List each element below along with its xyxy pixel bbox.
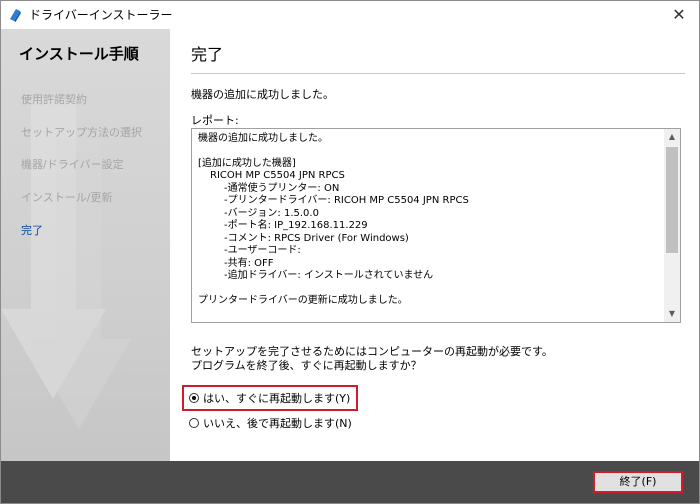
- steps-sidebar: インストール手順 使用許諾契約 セットアップ方法の選択 機器/ドライバー設定 イ…: [1, 29, 170, 461]
- driver-installer-icon: [10, 9, 21, 22]
- restart-later-radio[interactable]: いいえ、後で再起動します(N): [189, 415, 352, 431]
- finish-button[interactable]: 終了(F): [593, 471, 683, 493]
- footer-bar: 終了(F): [1, 461, 699, 503]
- main-panel: 完了 機器の追加に成功しました。 レポート: 機器の追加に成功しました。 [追加…: [170, 29, 699, 461]
- restart-note: セットアップを完了させるためにはコンピューターの再起動が必要です。 プログラムを…: [191, 345, 553, 373]
- report-detail-default-printer: -通常使うプリンター: ON: [224, 182, 340, 194]
- page-title: 完了: [191, 45, 224, 64]
- radio-unchecked-icon[interactable]: [189, 418, 199, 428]
- sidebar-item-license: 使用許諾契約: [21, 93, 87, 106]
- sidebar-item-install-update: インストール/更新: [21, 191, 113, 204]
- sidebar-item-device-driver: 機器/ドライバー設定: [21, 158, 124, 171]
- installer-window: ドライバーインストーラー ✕ インストール手順 使用許諾契約 セットアップ方法の…: [0, 0, 700, 504]
- arrow-watermark-icon: [1, 99, 131, 429]
- close-button[interactable]: ✕: [667, 3, 691, 27]
- title-bar: ドライバーインストーラー ✕: [1, 1, 699, 29]
- close-icon: ✕: [672, 5, 686, 24]
- window-title: ドライバーインストーラー: [29, 8, 173, 22]
- report-line: 機器の追加に成功しました。: [198, 133, 328, 144]
- success-message: 機器の追加に成功しました。: [191, 88, 334, 101]
- report-label: レポート:: [191, 114, 239, 127]
- report-detail-additional-driver: -追加ドライバー: インストールされていません: [224, 270, 434, 281]
- scroll-thumb[interactable]: [666, 147, 678, 253]
- report-content: 機器の追加に成功しました。 [追加に成功した機器] RICOH MP C5504…: [198, 133, 658, 307]
- sidebar-title: インストール手順: [19, 45, 139, 63]
- scroll-down-icon[interactable]: ▼: [664, 306, 680, 322]
- report-detail-comment: -コメント: RPCS Driver (For Windows): [224, 232, 409, 244]
- title-divider: [191, 73, 685, 74]
- report-detail-share: -共有: OFF: [224, 257, 274, 269]
- report-detail-port: -ポート名: IP_192.168.11.229: [224, 220, 368, 231]
- scroll-up-icon[interactable]: ▲: [664, 129, 680, 145]
- report-scrollbar[interactable]: ▲ ▼: [664, 129, 680, 322]
- sidebar-item-setup-method: セットアップ方法の選択: [21, 126, 142, 139]
- report-textarea[interactable]: 機器の追加に成功しました。 [追加に成功した機器] RICOH MP C5504…: [191, 128, 681, 323]
- restart-now-radio[interactable]: はい、すぐに再起動します(Y): [182, 385, 359, 411]
- restart-now-label: はい、すぐに再起動します(Y): [203, 392, 351, 405]
- report-final-line: プリンタードライバーの更新に成功しました。: [198, 294, 408, 306]
- restart-note-line-2: プログラムを終了後、すぐに再起動しますか？: [191, 359, 422, 372]
- restart-note-line-1: セットアップを完了させるためにはコンピューターの再起動が必要です。: [191, 345, 553, 358]
- report-detail-user-code: -ユーザーコード:: [224, 245, 301, 256]
- sidebar-item-complete: 完了: [21, 224, 43, 237]
- report-section-header: [追加に成功した機器]: [198, 157, 296, 169]
- restart-later-label: いいえ、後で再起動します(N): [203, 417, 352, 430]
- report-detail-version: -バージョン: 1.5.0.0: [224, 207, 319, 219]
- report-device-name: RICOH MP C5504 JPN RPCS: [210, 170, 345, 181]
- radio-checked-icon[interactable]: [189, 393, 199, 403]
- report-detail-driver: -プリンタードライバー: RICOH MP C5504 JPN RPCS: [224, 195, 469, 206]
